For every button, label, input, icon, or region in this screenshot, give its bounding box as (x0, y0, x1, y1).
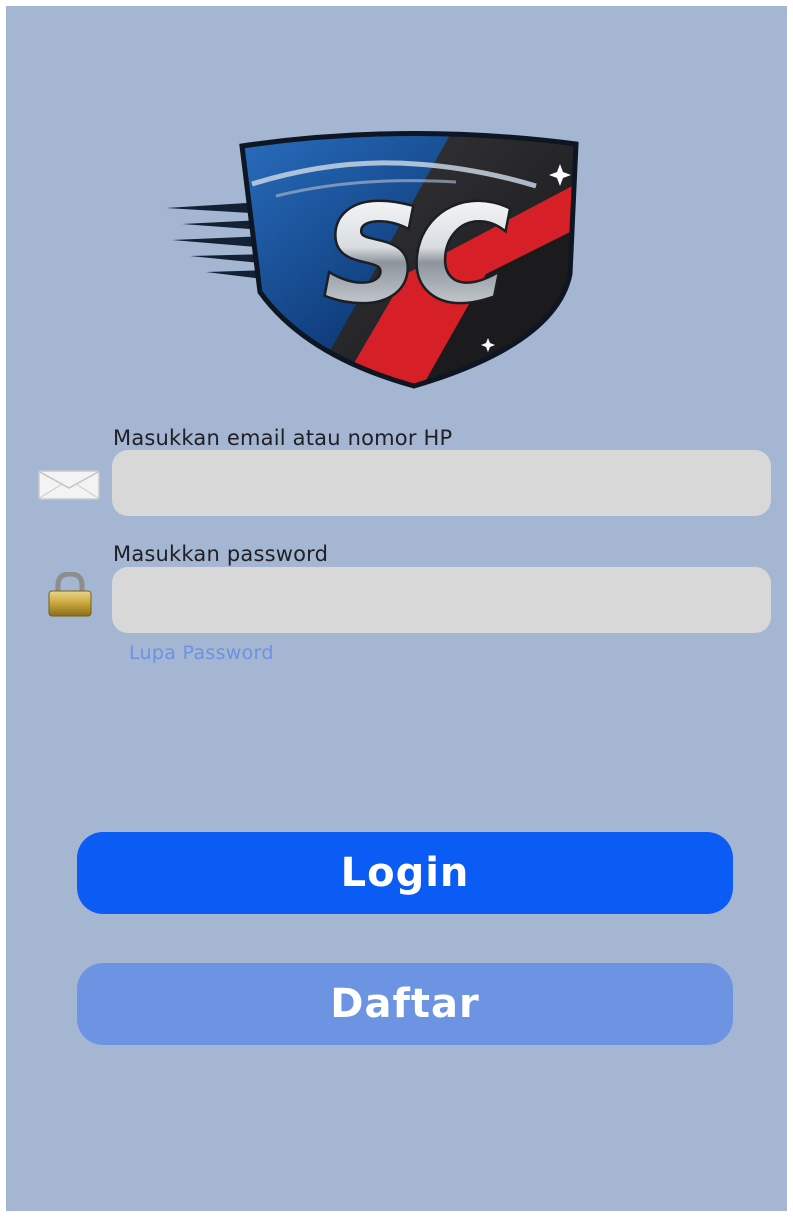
login-button[interactable]: Login (77, 832, 733, 914)
email-label: Masukkan email atau nomor HP (113, 426, 453, 450)
register-button[interactable]: Daftar (77, 963, 733, 1045)
forgot-password-link[interactable]: Lupa Password (129, 642, 274, 664)
password-label: Masukkan password (113, 542, 329, 566)
svg-text:SC: SC (324, 178, 509, 332)
password-input[interactable] (112, 567, 771, 633)
email-input[interactable] (112, 450, 771, 516)
sc-shield-logo: SC (166, 130, 579, 389)
login-screen: SC Masukkan email atau nomor HP Masukkan… (6, 6, 787, 1211)
envelope-icon (38, 470, 100, 500)
padlock-icon (48, 572, 92, 617)
